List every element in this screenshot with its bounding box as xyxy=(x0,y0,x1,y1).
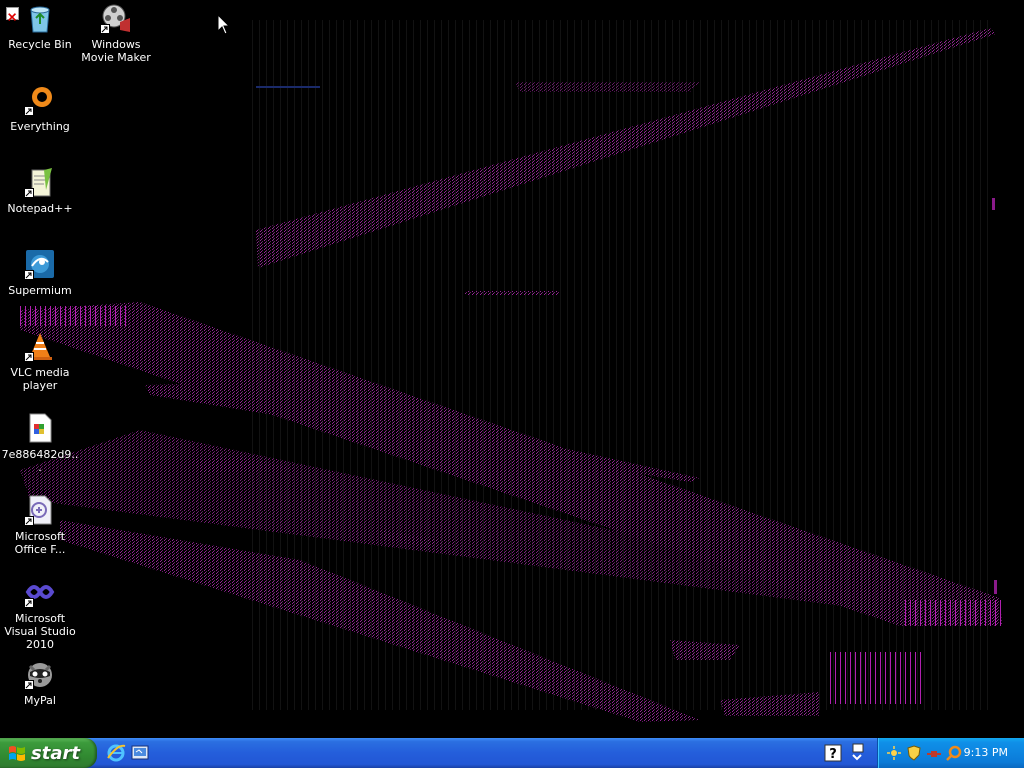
notepad-plus-plus-icon xyxy=(24,166,56,198)
desktop-icon-notepad-plus-plus[interactable]: Notepad++ xyxy=(0,166,80,215)
icon-label: Recycle Bin xyxy=(8,38,72,51)
internet-explorer-icon[interactable] xyxy=(106,743,126,763)
desktop-icon-microsoft-office-file[interactable]: Microsoft Office F... xyxy=(0,494,80,556)
clock[interactable]: 9:13 PM xyxy=(964,746,1008,759)
desktop-icon-mypal[interactable]: MyPal xyxy=(0,658,80,707)
icon-label: Notepad++ xyxy=(7,202,73,215)
broken-image-icon xyxy=(6,7,19,22)
system-tray: 9:13 PM xyxy=(877,738,1024,768)
bluetooth-settings-icon[interactable] xyxy=(886,745,902,761)
corrupted-graphics-overlay xyxy=(18,20,1005,722)
desktop-icon-vlc-media-player[interactable]: VLC media player xyxy=(0,330,80,392)
office-file-icon xyxy=(24,494,56,526)
desktop-icon-visual-studio-2010[interactable]: Microsoft Visual Studio 2010 xyxy=(0,576,80,651)
icon-label: Windows Movie Maker xyxy=(81,38,151,64)
security-shield-icon[interactable] xyxy=(906,745,922,761)
start-label: start xyxy=(31,742,80,764)
shortcut-arrow-icon xyxy=(24,352,34,362)
image-file-icon xyxy=(24,412,56,444)
language-switch-icon[interactable] xyxy=(848,743,866,763)
icon-label: Everything xyxy=(10,120,70,133)
visual-studio-icon xyxy=(24,576,56,608)
windows-logo-icon xyxy=(9,746,25,761)
icon-label: Microsoft Visual Studio 2010 xyxy=(4,612,76,651)
show-desktop-icon[interactable] xyxy=(130,743,150,763)
shortcut-arrow-icon xyxy=(24,270,34,280)
desktop[interactable]: Recycle Bin Windows Movie Maker Everythi… xyxy=(0,0,1024,738)
everything-search-icon xyxy=(24,84,56,116)
recycle-bin-icon xyxy=(24,2,56,34)
supermium-browser-icon xyxy=(24,248,56,280)
desktop-icon-everything[interactable]: Everything xyxy=(0,84,80,133)
vlc-cone-icon xyxy=(24,330,56,362)
shortcut-arrow-icon xyxy=(24,188,34,198)
shortcut-arrow-icon xyxy=(24,598,34,608)
icon-label: VLC media player xyxy=(10,366,70,392)
desktop-icon-image-file[interactable]: 7e886482d9... xyxy=(0,412,80,474)
shortcut-arrow-icon xyxy=(24,106,34,116)
icon-label: Microsoft Office F... xyxy=(14,530,66,556)
start-button[interactable]: start xyxy=(0,738,97,768)
icon-label: MyPal xyxy=(24,694,56,707)
mouse-pointer-icon xyxy=(217,14,231,35)
shortcut-arrow-icon xyxy=(24,680,34,690)
network-cable-icon[interactable] xyxy=(926,745,942,761)
icon-label: 7e886482d9... xyxy=(1,448,79,474)
search-tray-icon[interactable] xyxy=(946,745,962,761)
taskbar: start ? 9:13 PM xyxy=(0,738,1024,768)
desktop-icon-windows-movie-maker[interactable]: Windows Movie Maker xyxy=(76,2,156,64)
help-icon[interactable]: ? xyxy=(824,743,842,763)
quick-launch-toolbar xyxy=(106,743,150,763)
svg-text:?: ? xyxy=(829,747,837,762)
icon-label: Supermium xyxy=(8,284,72,297)
desktop-icon-supermium[interactable]: Supermium xyxy=(0,248,80,297)
shortcut-arrow-icon xyxy=(100,24,110,34)
movie-maker-icon xyxy=(100,2,132,34)
taskbar-notification-icons: ? xyxy=(824,743,866,763)
shortcut-arrow-icon xyxy=(24,516,34,526)
mypal-raccoon-icon xyxy=(24,658,56,690)
